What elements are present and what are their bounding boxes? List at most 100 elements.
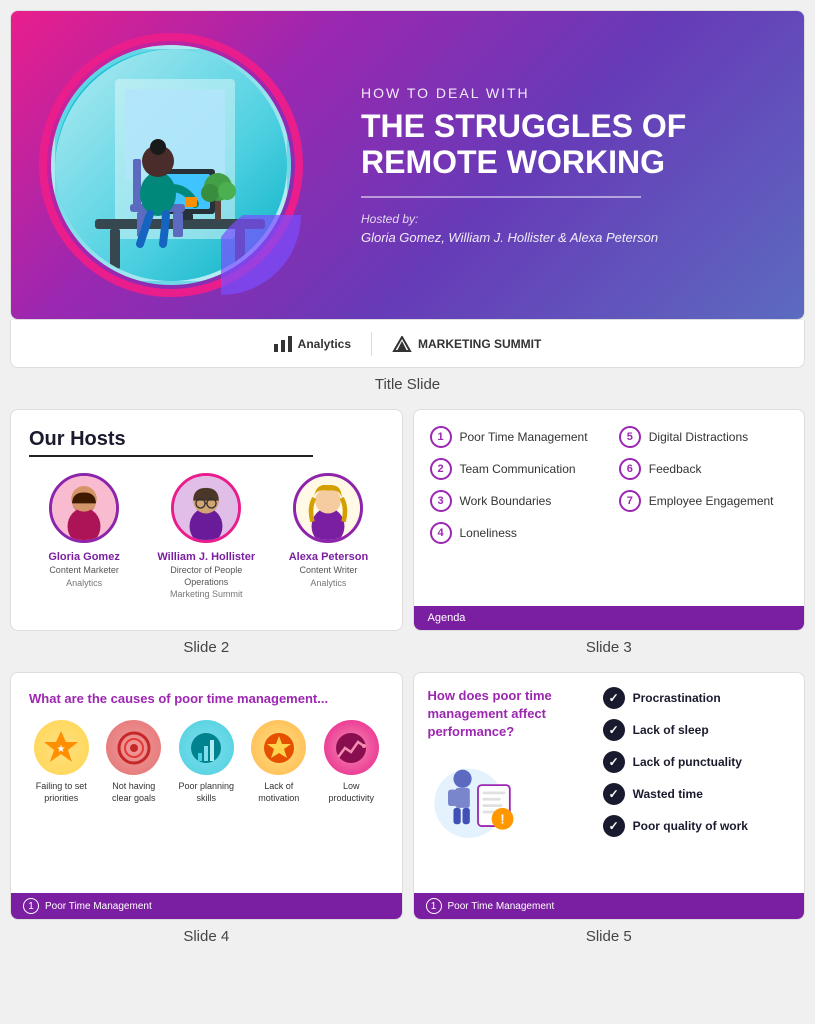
slide-main-title: THE STRUGGLES OF REMOTE WORKING bbox=[361, 109, 774, 179]
host-item-3: Alexa Peterson Content Writer Analytics bbox=[273, 473, 383, 599]
check-item-5: ✓ Poor quality of work bbox=[603, 815, 790, 837]
check-circle-2: ✓ bbox=[603, 719, 625, 741]
footer-num-4: 1 bbox=[23, 898, 39, 914]
cause-item-2: Not having clear goals bbox=[102, 720, 167, 804]
hosts-row: Gloria Gomez Content Marketer Analytics bbox=[29, 473, 384, 599]
check-label-5: Poor quality of work bbox=[633, 819, 748, 833]
agenda-item-2: 2 Team Communication bbox=[430, 458, 599, 480]
cause-label-5: Low productivity bbox=[319, 781, 384, 804]
host-avatar-1 bbox=[49, 473, 119, 543]
cause-item-3: Poor planning skills bbox=[174, 720, 239, 804]
cause-icon-3 bbox=[179, 720, 234, 775]
footer-num-5: 1 bbox=[426, 898, 442, 914]
agenda-item-3: 3 Work Boundaries bbox=[430, 490, 599, 512]
host-avatar-3 bbox=[293, 473, 363, 543]
mountain-icon bbox=[392, 336, 412, 352]
slide5-left: How does poor time management affect per… bbox=[428, 687, 591, 847]
cause-label-1: Failing to set priorities bbox=[29, 781, 94, 804]
hosts-divider bbox=[29, 455, 313, 457]
cause-label-4: Lack of motivation bbox=[247, 781, 312, 804]
agenda-item-5: 5 Digital Distractions bbox=[619, 426, 788, 448]
host-name-3: Alexa Peterson bbox=[289, 551, 368, 563]
agenda-item-1: 1 Poor Time Management bbox=[430, 426, 599, 448]
title-divider bbox=[361, 196, 641, 198]
slide-4-card: What are the causes of poor time managem… bbox=[10, 672, 403, 920]
slide-4-inner: What are the causes of poor time managem… bbox=[11, 673, 402, 893]
check-item-4: ✓ Wasted time bbox=[603, 783, 790, 805]
cause-icon-4 bbox=[251, 720, 306, 775]
check-item-2: ✓ Lack of sleep bbox=[603, 719, 790, 741]
check-label-3: Lack of punctuality bbox=[633, 755, 742, 769]
agenda-item-7: 7 Employee Engagement bbox=[619, 490, 788, 512]
host-company-3: Analytics bbox=[310, 578, 346, 588]
causes-title: What are the causes of poor time managem… bbox=[29, 691, 384, 706]
agenda-footer: Agenda bbox=[414, 606, 805, 630]
check-label-1: Procrastination bbox=[633, 691, 721, 705]
slide-2-inner: Our Hosts Gloria Gomez Co bbox=[11, 410, 402, 630]
title-slide: HOW TO DEAL WITH THE STRUGGLES OF REMOTE… bbox=[10, 10, 805, 368]
slide5-right: ✓ Procrastination ✓ Lack of sleep ✓ Lack… bbox=[603, 687, 790, 847]
host-company-1: Analytics bbox=[66, 578, 102, 588]
analytics-label: Analytics bbox=[298, 337, 351, 351]
check-label-2: Lack of sleep bbox=[633, 723, 709, 737]
slide3-label: Slide 3 bbox=[413, 631, 806, 668]
check-circle-5: ✓ bbox=[603, 815, 625, 837]
svg-text:!: ! bbox=[500, 811, 504, 826]
hosts-names: Gloria Gomez, William J. Hollister & Ale… bbox=[361, 230, 774, 245]
cause-item-5: Low productivity bbox=[319, 720, 384, 804]
slides-bottom-grid: What are the causes of poor time managem… bbox=[10, 672, 805, 920]
slide-2-card: Our Hosts Gloria Gomez Co bbox=[10, 409, 403, 631]
check-label-4: Wasted time bbox=[633, 787, 703, 801]
hosted-by-label: Hosted by: bbox=[361, 212, 774, 226]
slide-5-card: How does poor time management affect per… bbox=[413, 672, 806, 920]
slide4-footer: 1 Poor Time Management bbox=[11, 893, 402, 919]
slide5-illustration: ! bbox=[428, 752, 528, 842]
slide2-label: Slide 2 bbox=[10, 631, 403, 668]
agenda-item-6: 6 Feedback bbox=[619, 458, 788, 480]
marketing-summit-label: MARKETING SUMMIT bbox=[418, 337, 541, 351]
agenda-item-4: 4 Loneliness bbox=[430, 522, 599, 544]
slide5-inner: How does poor time management affect per… bbox=[414, 673, 805, 887]
causes-row: ★ Failing to set priorities Not havi bbox=[29, 720, 384, 804]
logo-divider bbox=[371, 332, 372, 356]
analytics-icon bbox=[274, 336, 292, 352]
cause-item-1: ★ Failing to set priorities bbox=[29, 720, 94, 804]
slide5-label: Slide 5 bbox=[413, 920, 806, 957]
host-item-1: Gloria Gomez Content Marketer Analytics bbox=[29, 473, 139, 599]
host-name-1: Gloria Gomez bbox=[48, 551, 120, 563]
host-role-2: Director of People Operations bbox=[151, 565, 261, 588]
our-hosts-title: Our Hosts bbox=[29, 428, 384, 451]
host-avatar-2 bbox=[171, 473, 241, 543]
host-item-2: William J. Hollister Director of People … bbox=[151, 473, 261, 599]
check-item-3: ✓ Lack of punctuality bbox=[603, 751, 790, 773]
logos-bar: Analytics MARKETING SUMMIT bbox=[10, 320, 805, 368]
title-slide-label: Title Slide bbox=[10, 368, 805, 405]
slide-3-card: 1 Poor Time Management 5 Digital Distrac… bbox=[413, 409, 806, 631]
slide5-footer: 1 Poor Time Management bbox=[414, 893, 805, 919]
slides-grid: Our Hosts Gloria Gomez Co bbox=[10, 409, 805, 631]
check-item-1: ✓ Procrastination bbox=[603, 687, 790, 709]
host-company-2: Marketing Summit bbox=[170, 589, 243, 599]
agenda-list: 1 Poor Time Management 5 Digital Distrac… bbox=[414, 410, 805, 560]
title-slide-text: HOW TO DEAL WITH THE STRUGGLES OF REMOTE… bbox=[331, 65, 804, 264]
cause-icon-5 bbox=[324, 720, 379, 775]
cause-icon-2 bbox=[106, 720, 161, 775]
check-circle-3: ✓ bbox=[603, 751, 625, 773]
check-circle-1: ✓ bbox=[603, 687, 625, 709]
slide4-footer-label: Poor Time Management bbox=[45, 901, 152, 912]
cause-label-2: Not having clear goals bbox=[102, 781, 167, 804]
host-name-2: William J. Hollister bbox=[157, 551, 255, 563]
host-role-3: Content Writer bbox=[300, 565, 358, 577]
cause-item-4: Lack of motivation bbox=[247, 720, 312, 804]
slide5-question: How does poor time management affect per… bbox=[428, 687, 591, 742]
svg-text:★: ★ bbox=[57, 744, 66, 755]
analytics-logo: Analytics bbox=[274, 336, 351, 352]
host-role-1: Content Marketer bbox=[49, 565, 119, 577]
cause-label-3: Poor planning skills bbox=[174, 781, 239, 804]
slide5-footer-label: Poor Time Management bbox=[448, 901, 555, 912]
slide-illustration bbox=[11, 11, 331, 319]
check-circle-4: ✓ bbox=[603, 783, 625, 805]
cause-icon-1: ★ bbox=[34, 720, 89, 775]
slide4-label: Slide 4 bbox=[10, 920, 403, 957]
marketing-summit-logo: MARKETING SUMMIT bbox=[392, 336, 541, 352]
